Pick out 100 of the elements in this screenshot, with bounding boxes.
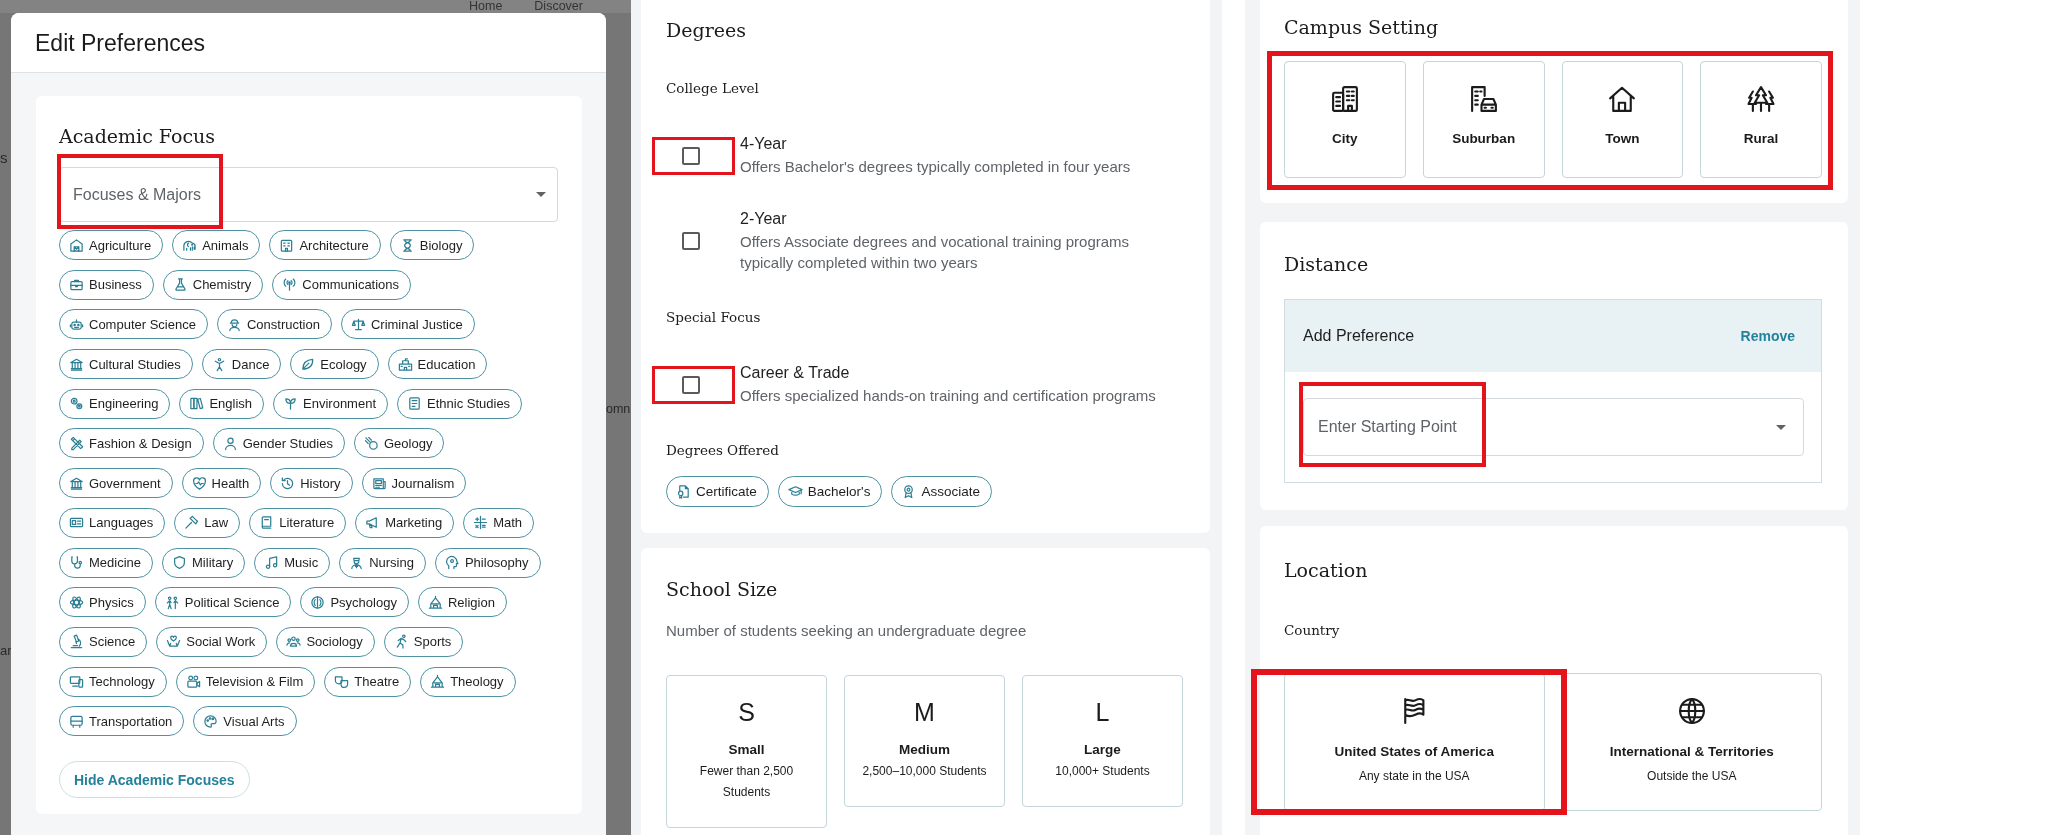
size-option[interactable]: S Small Fewer than 2,500 Students xyxy=(666,675,827,828)
country-option[interactable]: United States of America Any state in the USA xyxy=(1284,673,1545,811)
focus-chip[interactable]: Dance xyxy=(201,349,282,380)
focus-chip[interactable]: Visual Arts xyxy=(193,706,297,737)
document-icon xyxy=(407,396,422,412)
size-option[interactable]: L Large 10,000+ Students xyxy=(1022,675,1183,807)
video-camera-icon xyxy=(185,674,201,690)
microscope-icon xyxy=(69,634,84,650)
campus-setting-option[interactable]: Town xyxy=(1561,61,1684,178)
palette-icon xyxy=(203,713,219,729)
section-title: Location xyxy=(1284,558,1368,582)
buildings-icon xyxy=(1329,84,1360,114)
partial-text: s xyxy=(0,150,8,166)
focus-chip[interactable]: Construction xyxy=(216,309,332,340)
masks-icon xyxy=(334,674,350,690)
focus-chip[interactable]: Agriculture xyxy=(59,230,164,260)
caret-icon xyxy=(536,192,546,197)
focus-chip[interactable]: Sociology xyxy=(276,626,375,657)
focus-chip[interactable]: Transportation xyxy=(59,706,185,737)
dropdown-field[interactable]: Focuses & Majors xyxy=(59,167,558,222)
focus-chip[interactable]: Theatre xyxy=(324,666,412,697)
focus-chip[interactable]: Gender Studies xyxy=(212,428,345,459)
checkbox[interactable] xyxy=(682,375,700,394)
focus-chip[interactable]: Architecture xyxy=(269,230,381,260)
focus-chip[interactable]: Fashion & Design xyxy=(59,428,204,459)
option-title: 4-Year xyxy=(740,134,787,154)
degree-chip[interactable]: Bachelor's xyxy=(777,476,883,507)
focus-chip[interactable]: Math xyxy=(463,507,535,538)
focus-chip[interactable]: Biology xyxy=(389,230,475,260)
option-description: Offers specialized hands-on training and certification programs xyxy=(740,386,1156,406)
math-symbols-icon xyxy=(473,515,489,531)
section-title: Degrees xyxy=(666,18,746,42)
focus-chip[interactable]: Ethnic Studies xyxy=(397,388,523,419)
house-icon xyxy=(1607,84,1638,114)
focus-chip[interactable]: Engineering xyxy=(59,388,171,419)
section-title: Campus Setting xyxy=(1284,15,1439,39)
atom-icon xyxy=(69,594,84,610)
focus-chip[interactable]: Technology xyxy=(59,666,167,697)
option-description: Offers Associate degrees and vocational training programs typically completed within two years xyxy=(740,232,1131,273)
focus-chip[interactable]: Health xyxy=(181,468,262,499)
certificate-icon xyxy=(676,484,691,499)
focus-chip[interactable]: Government xyxy=(59,468,173,499)
focus-chip[interactable]: Medicine xyxy=(59,547,154,578)
focus-chip[interactable]: Business xyxy=(59,269,154,300)
dropdown-field[interactable]: Enter Starting Point xyxy=(1303,398,1804,456)
focus-chip[interactable]: Law xyxy=(174,507,241,538)
focus-chip[interactable]: Theology xyxy=(420,666,516,697)
focus-chip[interactable]: Literature xyxy=(249,507,347,538)
focus-chip[interactable]: Journalism xyxy=(361,468,467,499)
focus-chip[interactable]: Criminal Justice xyxy=(340,309,475,340)
focus-chip[interactable]: Sports xyxy=(383,626,464,657)
group-label: Country xyxy=(1284,621,1340,639)
meteor-icon xyxy=(363,435,379,451)
size-option[interactable]: M Medium 2,500–10,000 Students xyxy=(844,675,1005,807)
focus-chip[interactable]: Political Science xyxy=(154,587,292,618)
focus-chip[interactable]: Psychology xyxy=(300,587,409,618)
campus-setting-option[interactable]: Rural xyxy=(1700,61,1822,178)
campus-setting-option[interactable]: City xyxy=(1284,61,1406,178)
focus-chip[interactable]: Social Work xyxy=(156,626,268,657)
focus-chip[interactable]: Geology xyxy=(353,428,445,459)
checkbox[interactable] xyxy=(682,232,700,250)
focus-chip[interactable]: Nursing xyxy=(339,547,426,578)
devices-icon xyxy=(69,674,84,690)
focus-chip[interactable]: English xyxy=(179,388,265,419)
focus-chip[interactable]: Environment xyxy=(273,388,388,419)
checkbox[interactable] xyxy=(682,146,700,165)
focus-chip[interactable]: Cultural Studies xyxy=(59,349,193,380)
degree-chip[interactable]: Associate xyxy=(891,476,992,507)
focus-chip[interactable]: Communications xyxy=(272,269,412,300)
focus-chip[interactable]: Philosophy xyxy=(434,547,541,578)
hide-focuses-button[interactable]: Hide Academic Focuses xyxy=(59,761,250,799)
focus-chip[interactable]: Religion xyxy=(417,587,507,618)
focus-chip[interactable]: Education xyxy=(387,349,488,380)
section-title: Academic Focus xyxy=(59,124,216,148)
nurse-icon xyxy=(349,555,365,570)
remove-link[interactable]: Remove xyxy=(1740,328,1795,344)
focus-chip[interactable]: Television & Film xyxy=(175,666,316,697)
degree-chip[interactable]: Certificate xyxy=(666,476,769,507)
stethoscope-icon xyxy=(69,555,84,570)
focus-chip[interactable]: Languages xyxy=(59,507,166,538)
campus-setting-option[interactable]: Suburban xyxy=(1422,61,1545,178)
focus-chip[interactable]: Physics xyxy=(59,587,146,618)
focus-chip[interactable]: History xyxy=(270,468,353,499)
focus-chip[interactable]: Chemistry xyxy=(162,269,264,300)
group-label: College Level xyxy=(666,79,759,97)
option-title: Career & Trade xyxy=(740,363,850,383)
group-icon xyxy=(286,634,302,650)
focus-chip[interactable]: Ecology xyxy=(290,349,379,380)
focus-chip[interactable]: Marketing xyxy=(355,507,455,538)
focus-chip[interactable]: Computer Science xyxy=(59,309,208,340)
barn-icon xyxy=(69,237,84,253)
sprout-icon xyxy=(283,396,299,412)
graduation-cap-icon xyxy=(787,484,803,499)
focus-chip[interactable]: Military xyxy=(162,547,246,578)
modal-title: Edit Preferences xyxy=(35,28,206,57)
flask-icon xyxy=(172,277,188,293)
focus-chip[interactable]: Music xyxy=(254,547,331,578)
focus-chip[interactable]: Animals xyxy=(172,230,261,260)
gears-icon xyxy=(69,396,84,412)
focus-chip[interactable]: Science xyxy=(59,626,148,657)
